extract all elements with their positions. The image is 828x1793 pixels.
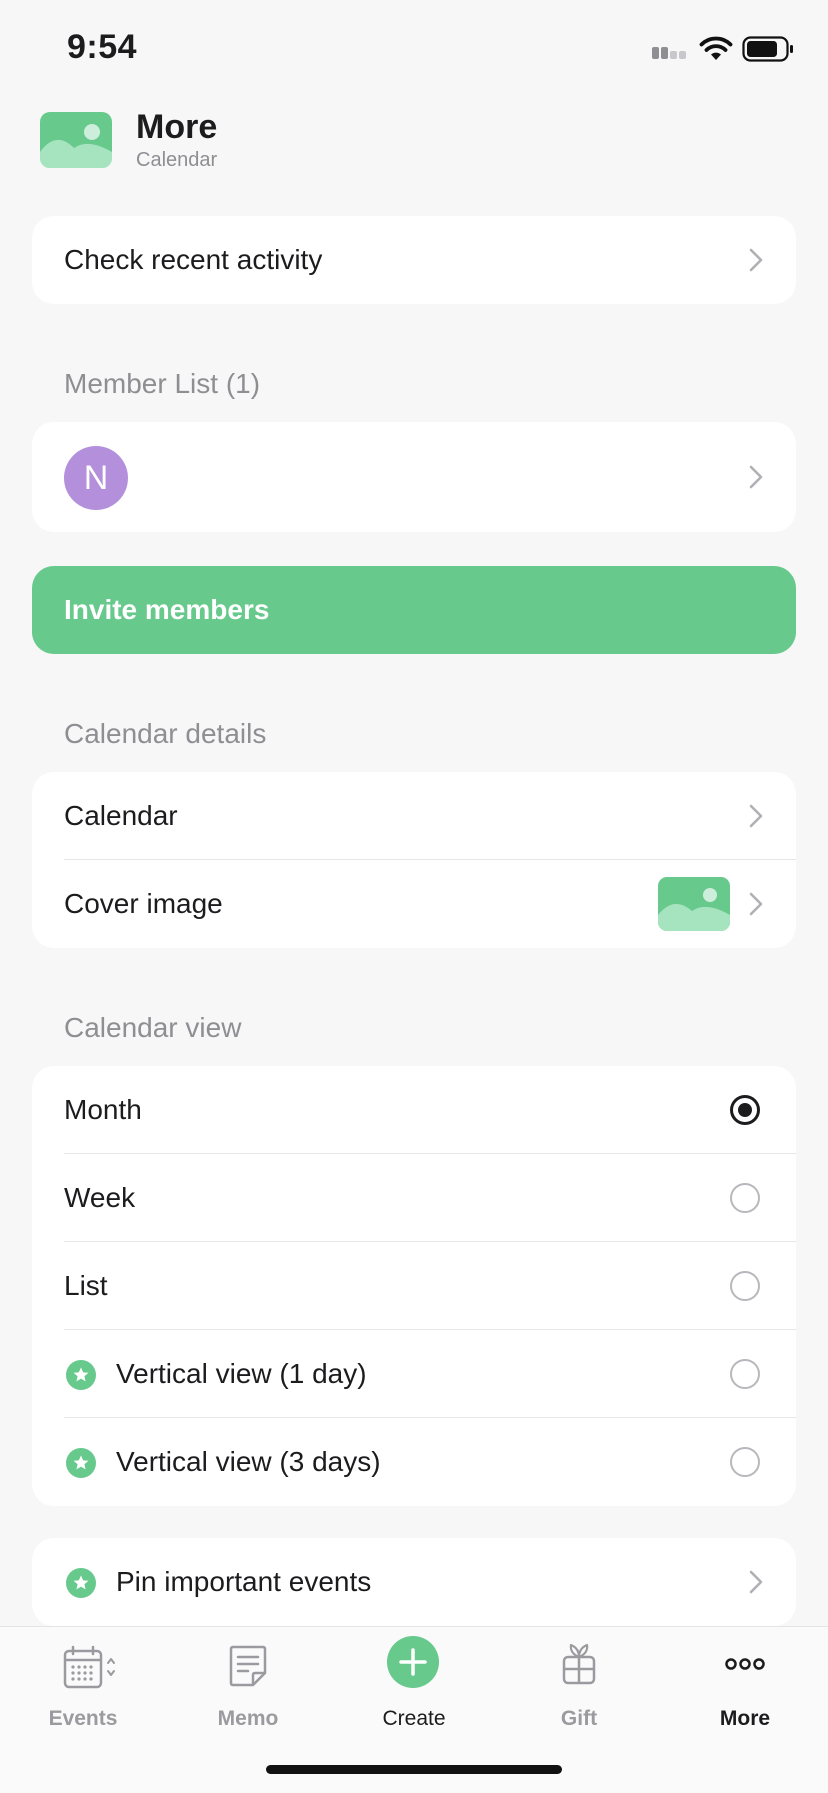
view-option-label: Vertical view (3 days) xyxy=(116,1446,381,1477)
gift-icon xyxy=(562,1643,596,1685)
cover-image-label: Cover image xyxy=(64,888,223,919)
premium-star-icon xyxy=(66,1448,96,1478)
pin-events-card: Pin important events xyxy=(32,1538,796,1626)
page-subtitle: Calendar xyxy=(136,149,218,171)
recent-activity-row[interactable]: Check recent activity xyxy=(32,216,796,304)
battery-icon xyxy=(742,36,793,62)
cover-image-row[interactable]: Cover image xyxy=(32,860,796,948)
calendar-settings-row[interactable]: Calendar xyxy=(32,772,796,860)
tab-memo[interactable]: Memo xyxy=(165,1627,331,1737)
recent-activity-label: Check recent activity xyxy=(64,244,323,275)
tab-label: Events xyxy=(48,1707,118,1730)
pin-events-label: Pin important events xyxy=(116,1566,372,1597)
more-dots-icon xyxy=(725,1658,765,1670)
calendar-view-title: Calendar view xyxy=(64,1012,242,1043)
chevron-right-icon xyxy=(749,892,763,916)
calendar-details-title: Calendar details xyxy=(64,718,267,749)
radio-unselected[interactable] xyxy=(730,1271,760,1301)
page-title: More xyxy=(136,108,218,146)
radio-unselected[interactable] xyxy=(730,1359,760,1389)
tab-gift[interactable]: Gift xyxy=(496,1627,662,1737)
recent-activity-card: Check recent activity xyxy=(32,216,796,304)
view-option-label: List xyxy=(64,1270,108,1301)
view-option-label: Vertical view (1 day) xyxy=(116,1358,367,1389)
view-option-week[interactable]: Week xyxy=(32,1154,796,1242)
home-indicator xyxy=(266,1765,562,1774)
invite-members-button[interactable]: Invite members xyxy=(32,566,796,654)
radio-unselected[interactable] xyxy=(730,1447,760,1477)
tab-events[interactable]: Events xyxy=(0,1627,166,1737)
avatar: N xyxy=(64,446,128,510)
status-time: 9:54 xyxy=(67,28,138,66)
calendar-view-card: Month Week List Vertical view (1 day) Ve… xyxy=(32,1066,796,1506)
chevron-right-icon xyxy=(749,804,763,828)
member-list-title: Member List (1) xyxy=(64,368,261,399)
calendar-icon xyxy=(63,1645,115,1689)
member-list-card: N xyxy=(32,422,796,532)
tab-label: Create xyxy=(382,1707,446,1730)
tab-label: Gift xyxy=(560,1707,598,1730)
view-option-label: Week xyxy=(64,1182,136,1213)
chevron-right-icon xyxy=(749,248,763,272)
radio-unselected[interactable] xyxy=(730,1183,760,1213)
view-option-vertical-1-day[interactable]: Vertical view (1 day) xyxy=(32,1330,796,1418)
view-option-label: Month xyxy=(64,1094,142,1125)
cellular-signal-icon xyxy=(652,47,686,59)
radio-selected[interactable] xyxy=(730,1095,760,1125)
premium-star-icon xyxy=(66,1568,96,1598)
tab-more[interactable]: More xyxy=(662,1627,828,1737)
tab-label: Memo xyxy=(217,1707,279,1730)
view-option-vertical-3-days[interactable]: Vertical view (3 days) xyxy=(32,1418,796,1506)
calendar-details-card: Calendar Cover image xyxy=(32,772,796,948)
view-option-list[interactable]: List xyxy=(32,1242,796,1330)
cover-image-thumbnail xyxy=(658,877,730,931)
pin-important-events-row[interactable]: Pin important events xyxy=(32,1538,796,1626)
memo-icon xyxy=(229,1645,267,1687)
wifi-icon xyxy=(699,36,733,60)
member-row[interactable]: N xyxy=(32,422,796,532)
tab-label: More xyxy=(719,1707,771,1730)
premium-star-icon xyxy=(66,1360,96,1390)
chevron-right-icon xyxy=(749,465,763,489)
view-option-month[interactable]: Month xyxy=(32,1066,796,1154)
calendar-label: Calendar xyxy=(64,800,178,831)
chevron-right-icon xyxy=(749,1570,763,1594)
calendar-cover-icon xyxy=(40,112,112,168)
plus-circle-icon xyxy=(387,1636,439,1688)
tab-create[interactable]: Create xyxy=(331,1627,497,1737)
